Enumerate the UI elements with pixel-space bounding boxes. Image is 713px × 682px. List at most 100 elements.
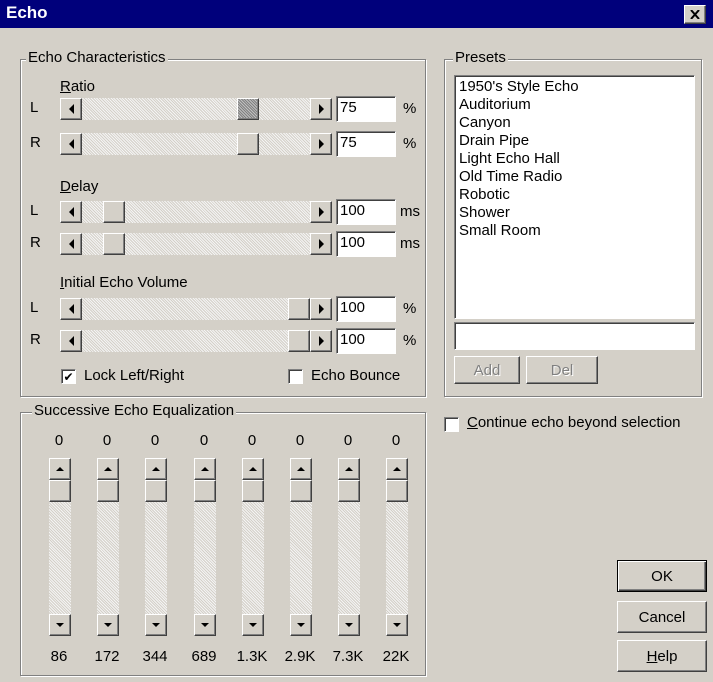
slider-thumb[interactable] (194, 480, 216, 502)
scroll-down-button[interactable] (242, 614, 264, 636)
scroll-right-button[interactable] (310, 133, 332, 155)
eq-band-value: 0 (295, 432, 305, 449)
preset-item[interactable]: Robotic (455, 186, 694, 204)
scroll-down-button[interactable] (97, 614, 119, 636)
scroll-left-button[interactable] (60, 330, 82, 352)
arrow-up-icon (56, 467, 64, 471)
unit-label: % (403, 332, 417, 349)
delay-right-input[interactable]: 100 (336, 231, 396, 257)
slider-thumb[interactable] (103, 233, 125, 255)
arrow-right-icon (318, 239, 324, 249)
delay-left-input[interactable]: 100 (336, 199, 396, 225)
scroll-left-button[interactable] (60, 98, 82, 120)
scroll-right-button[interactable] (310, 201, 332, 223)
ratio-left-slider[interactable] (60, 98, 332, 120)
arrow-down-icon (201, 623, 209, 627)
preset-item[interactable]: Old Time Radio (455, 168, 694, 186)
check-icon: ✔ (63, 369, 74, 384)
preset-item[interactable]: Small Room (455, 222, 694, 240)
initial-volume-left-input[interactable]: 100 (336, 296, 396, 322)
ratio-right-input[interactable]: 75 (336, 131, 396, 157)
scroll-up-button[interactable] (290, 458, 312, 480)
scroll-up-button[interactable] (49, 458, 71, 480)
delay-left-slider[interactable] (60, 201, 332, 223)
slider-thumb[interactable] (242, 480, 264, 502)
delete-preset-button[interactable]: Del (526, 356, 598, 384)
ratio-right-slider[interactable] (60, 133, 332, 155)
scroll-left-button[interactable] (60, 298, 82, 320)
lock-left-right-checkbox[interactable]: ✔ (61, 369, 76, 384)
slider-thumb[interactable] (288, 330, 310, 352)
arrow-down-icon (297, 623, 305, 627)
eq-band-frequency: 172 (94, 648, 120, 665)
scroll-down-button[interactable] (386, 614, 408, 636)
initial-volume-right-input[interactable]: 100 (336, 328, 396, 354)
help-button[interactable]: Help (617, 640, 707, 672)
channel-label: R (30, 234, 41, 251)
ratio-left-input[interactable]: 75 (336, 96, 396, 122)
scroll-down-button[interactable] (338, 614, 360, 636)
scroll-down-button[interactable] (290, 614, 312, 636)
scroll-left-button[interactable] (60, 201, 82, 223)
eq-band-value: 0 (54, 432, 64, 449)
scroll-left-button[interactable] (60, 133, 82, 155)
continue-echo-checkbox[interactable] (444, 417, 459, 432)
equalization-group (20, 412, 426, 676)
eq-band-value: 0 (102, 432, 112, 449)
cancel-button[interactable]: Cancel (617, 601, 707, 633)
unit-label: ms (400, 235, 420, 252)
eq-band-frequency: 86 (50, 648, 68, 665)
eq-band-frequency: 2.9K (284, 648, 316, 665)
preset-item[interactable]: Shower (455, 204, 694, 222)
scroll-right-button[interactable] (310, 233, 332, 255)
slider-thumb[interactable] (237, 133, 259, 155)
slider-thumb[interactable] (288, 298, 310, 320)
slider-thumb[interactable] (49, 480, 71, 502)
presets-list[interactable]: 1950's Style Echo Auditorium Canyon Drain P… (454, 75, 695, 319)
arrow-up-icon (345, 467, 353, 471)
channel-label: R (30, 134, 41, 151)
preset-item[interactable]: 1950's Style Echo (455, 78, 694, 96)
eq-band-value: 0 (199, 432, 209, 449)
slider-thumb[interactable] (145, 480, 167, 502)
preset-item[interactable]: Drain Pipe (455, 132, 694, 150)
scroll-right-button[interactable] (310, 298, 332, 320)
eq-band-frequency: 7.3K (332, 648, 364, 665)
preset-item[interactable]: Canyon (455, 114, 694, 132)
scroll-up-button[interactable] (338, 458, 360, 480)
channel-label: L (30, 299, 39, 316)
slider-thumb[interactable] (290, 480, 312, 502)
preset-name-input[interactable] (454, 322, 695, 350)
scroll-up-button[interactable] (194, 458, 216, 480)
close-button[interactable] (684, 5, 706, 24)
preset-item[interactable]: Light Echo Hall (455, 150, 694, 168)
arrow-right-icon (318, 104, 324, 114)
ok-button[interactable]: OK (617, 560, 707, 592)
scroll-up-button[interactable] (97, 458, 119, 480)
arrow-down-icon (56, 623, 64, 627)
scroll-up-button[interactable] (386, 458, 408, 480)
arrow-down-icon (393, 623, 401, 627)
scroll-left-button[interactable] (60, 233, 82, 255)
echo-bounce-checkbox[interactable] (288, 369, 303, 384)
scroll-up-button[interactable] (145, 458, 167, 480)
arrow-left-icon (68, 104, 74, 114)
scroll-right-button[interactable] (310, 98, 332, 120)
slider-thumb[interactable] (97, 480, 119, 502)
channel-label: L (30, 202, 39, 219)
scroll-up-button[interactable] (242, 458, 264, 480)
arrow-down-icon (345, 623, 353, 627)
delay-right-slider[interactable] (60, 233, 332, 255)
slider-thumb[interactable] (103, 201, 125, 223)
scroll-right-button[interactable] (310, 330, 332, 352)
scroll-down-button[interactable] (194, 614, 216, 636)
preset-item[interactable]: Auditorium (455, 96, 694, 114)
slider-thumb[interactable] (386, 480, 408, 502)
channel-label: L (30, 99, 39, 116)
slider-thumb[interactable] (338, 480, 360, 502)
add-preset-button[interactable]: Add (454, 356, 520, 384)
scroll-down-button[interactable] (145, 614, 167, 636)
eq-band-frequency: 689 (191, 648, 217, 665)
slider-thumb[interactable] (237, 98, 259, 120)
scroll-down-button[interactable] (49, 614, 71, 636)
